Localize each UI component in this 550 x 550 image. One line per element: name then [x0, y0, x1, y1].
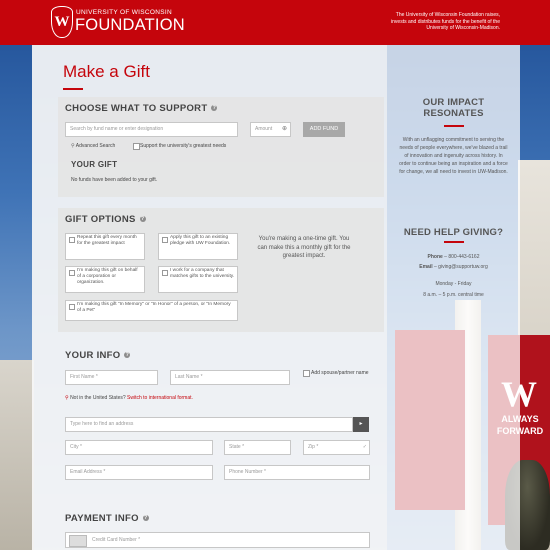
spouse-checkbox[interactable] — [303, 370, 310, 377]
search-icon: ⚲ — [71, 143, 75, 149]
impact-heading: OUR IMPACT RESONATES — [387, 97, 520, 119]
support-heading-text: CHOOSE WHAT TO SUPPORT — [65, 103, 208, 114]
add-spouse-label[interactable]: Add spouse/partner name — [311, 370, 369, 377]
checkbox[interactable] — [69, 270, 75, 276]
greatest-needs-label[interactable]: Support the university's greatest needs — [140, 143, 226, 150]
payment-info-heading: PAYMENT INFO? — [65, 513, 149, 524]
address-search-button[interactable]: ▸ — [353, 417, 369, 432]
address-search-input[interactable]: Type here to find an address — [65, 417, 353, 432]
option-in-memory[interactable]: I'm making this gift "In Memory" or "In … — [65, 300, 238, 321]
greatest-needs-checkbox[interactable] — [133, 143, 140, 150]
amount-placeholder: Amount — [255, 126, 273, 132]
phone-label: Phone — [427, 254, 443, 260]
city-input[interactable]: City * — [65, 440, 213, 455]
caret-icon: ▸ — [359, 421, 363, 427]
help-email: Email – giving@supportuw.org — [419, 264, 488, 270]
impact-heading-line1: OUR IMPACT — [422, 97, 485, 108]
help-icon[interactable]: ? — [124, 352, 131, 359]
option-label: Apply this gift to an existing pledge wi… — [170, 235, 231, 246]
credit-card-icon — [69, 535, 87, 547]
phone-field[interactable]: Phone Number * — [224, 465, 370, 480]
logo-foundation-text[interactable]: FOUNDATION — [75, 16, 185, 35]
option-corporation[interactable]: I'm making this gift on behalf of a corp… — [65, 266, 145, 293]
state-select[interactable]: State * — [224, 440, 291, 455]
check-circle-icon: ✓ — [362, 444, 367, 450]
help-icon[interactable]: ? — [211, 105, 218, 112]
support-heading: CHOOSE WHAT TO SUPPORT? — [65, 103, 218, 114]
last-name-input[interactable]: Last Name * — [170, 370, 290, 385]
help-hours: 8 a.m. – 5 p.m. central time — [423, 292, 484, 298]
payment-info-heading-text: PAYMENT INFO — [65, 513, 139, 524]
option-label: I'm making this gift "In Memory" or "In … — [77, 302, 231, 313]
location-pin-icon: ⚲ — [65, 395, 69, 401]
impact-body: With an unflagging commitment to serving… — [399, 137, 508, 175]
site-header: W UNIVERSITY OF WISCONSIN FOUNDATION The… — [0, 0, 550, 45]
option-matching-gift[interactable]: I work for a company that matches gifts … — [158, 266, 238, 293]
option-label: I'm making this gift on behalf of a corp… — [77, 268, 138, 285]
your-info-heading-text: YOUR INFO — [65, 350, 121, 361]
card-number-placeholder: Credit Card Number * — [92, 537, 141, 543]
need-help-underline — [444, 241, 464, 243]
impact-underline — [444, 125, 464, 127]
email-field[interactable]: Email Address * — [65, 465, 213, 480]
need-help-heading: NEED HELP GIVING? — [403, 227, 504, 238]
email-link[interactable]: giving@supportuw.org — [438, 264, 488, 270]
checkbox[interactable] — [69, 237, 75, 243]
zip-input[interactable]: Zip * ✓ — [303, 440, 370, 455]
help-icon[interactable]: ? — [142, 515, 149, 522]
your-gift-heading: YOUR GIFT — [71, 160, 118, 169]
fund-search-input[interactable]: Search by fund name or enter designation — [65, 122, 238, 137]
phone-number[interactable]: 800-443-6162 — [448, 254, 479, 260]
help-icon[interactable]: ? — [139, 216, 146, 223]
not-us-text: Not in the United States? — [70, 395, 126, 401]
add-fund-button[interactable]: ADD FUND — [303, 122, 345, 137]
gift-options-heading-text: GIFT OPTIONS — [65, 214, 136, 225]
option-label: I work for a company that matches gifts … — [170, 268, 235, 279]
stepper-icon[interactable]: ⊕ — [282, 123, 287, 136]
no-funds-text: No funds have been added to your gift. — [71, 177, 158, 183]
logo-university-text[interactable]: UNIVERSITY OF WISCONSIN — [76, 9, 172, 16]
amount-input[interactable]: Amount ⊕ — [250, 122, 291, 137]
impact-heading-line2: RESONATES — [423, 108, 484, 119]
checkbox[interactable] — [162, 270, 168, 276]
gift-options-heading: GIFT OPTIONS? — [65, 214, 146, 225]
building-left — [0, 360, 34, 550]
one-time-gift-note: You're making a one-time gift. You can m… — [257, 236, 351, 259]
first-name-input[interactable]: First Name * — [65, 370, 158, 385]
advanced-search-text: Advanced Search — [75, 143, 116, 149]
international-note: ⚲ Not in the United States? Switch to in… — [65, 395, 193, 402]
international-format-link[interactable]: Switch to international format. — [127, 395, 193, 401]
your-info-heading: YOUR INFO? — [65, 350, 131, 361]
help-days: Monday - Friday — [435, 281, 472, 287]
email-label: Email — [419, 264, 433, 270]
zip-placeholder: Zip * — [308, 444, 319, 450]
page-title: Make a Gift — [63, 62, 150, 81]
option-repeat-monthly[interactable]: Repeat this gift every month for the gre… — [65, 233, 145, 260]
title-underline — [63, 88, 83, 90]
option-label: Repeat this gift every month for the gre… — [77, 235, 137, 246]
help-phone: Phone – 800-443-6162 — [427, 254, 480, 260]
advanced-search-link[interactable]: ⚲ Advanced Search — [71, 143, 115, 150]
card-number-input[interactable]: Credit Card Number * — [65, 532, 370, 548]
option-existing-pledge[interactable]: Apply this gift to an existing pledge wi… — [158, 233, 238, 260]
header-tagline: The University of Wisconsin Foundation r… — [391, 12, 500, 32]
checkbox[interactable] — [69, 304, 75, 310]
crest-logo-icon[interactable]: W — [51, 6, 73, 38]
checkbox[interactable] — [162, 237, 168, 243]
